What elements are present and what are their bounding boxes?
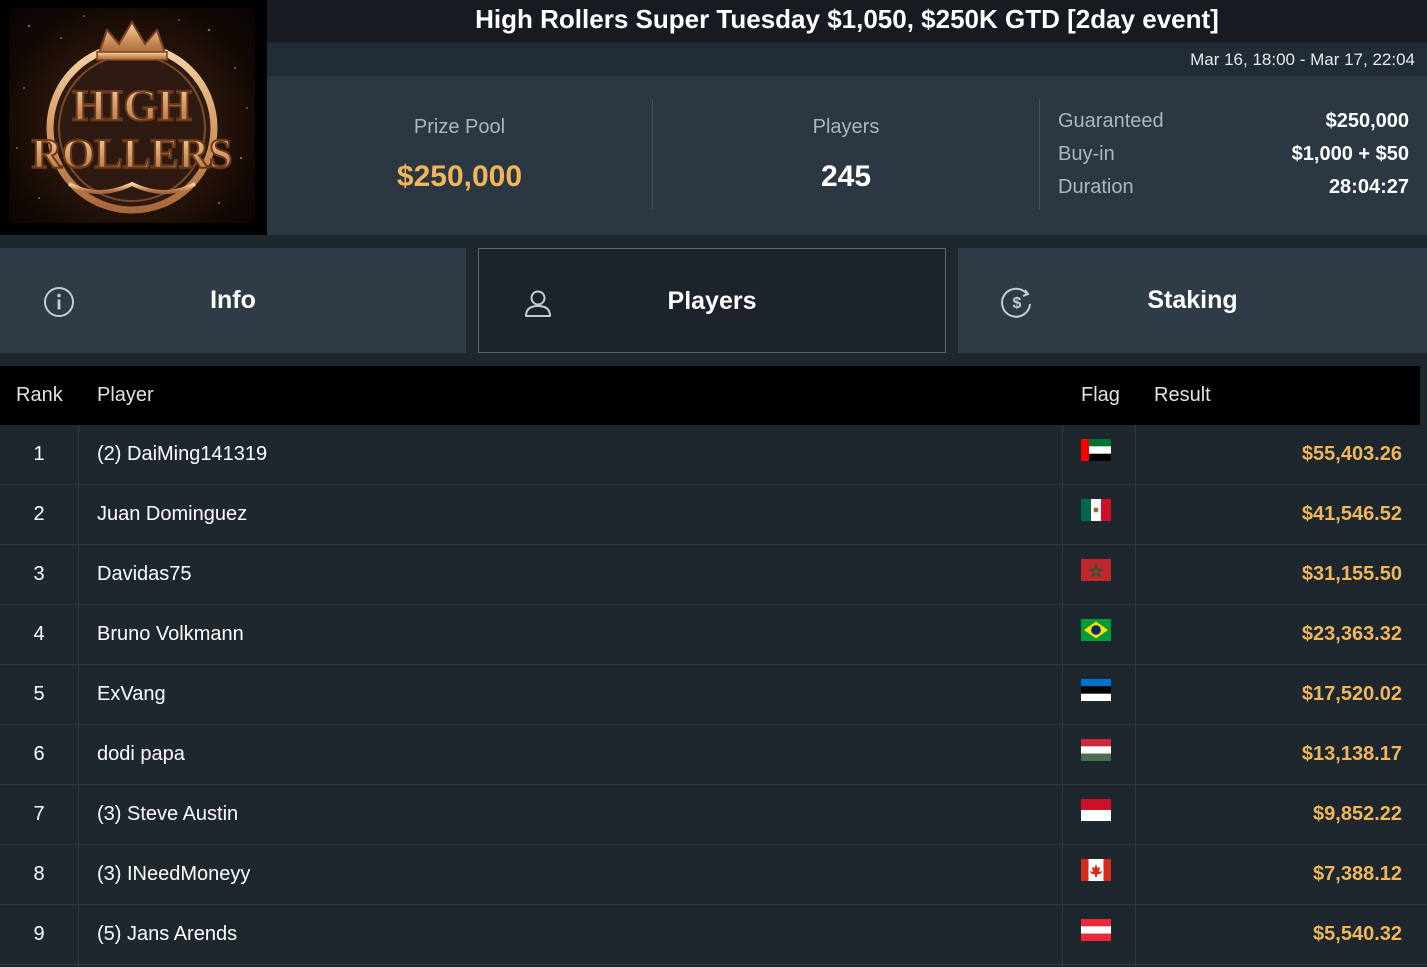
brazil-flag-icon: [1081, 619, 1111, 641]
player-name-cell[interactable]: Davidas75: [97, 563, 192, 586]
tournament-logo: HIGH ROLLERS: [0, 0, 267, 235]
table-row[interactable]: 1 (2) DaiMing141319 $55,403.26: [0, 425, 1427, 485]
player-name-cell[interactable]: (3) Steve Austin: [97, 803, 238, 826]
rank-cell: 6: [33, 743, 45, 765]
guaranteed-label: Guaranteed: [1058, 110, 1164, 132]
buyin-label: Buy-in: [1058, 143, 1115, 165]
player-name-cell[interactable]: (2) DaiMing141319: [97, 443, 267, 466]
indonesia-flag-icon: [1081, 799, 1111, 821]
table-row[interactable]: 2 Juan Dominguez $41,546.52: [0, 485, 1427, 545]
table-row[interactable]: 7 (3) Steve Austin $9,852.22: [0, 785, 1427, 845]
table-header: Rank Player Flag Result: [0, 366, 1420, 425]
prize-pool-stat: Prize Pool $250,000: [267, 76, 652, 235]
duration-label: Duration: [1058, 176, 1134, 198]
date-bar: Mar 16, 18:00 - Mar 17, 22:04: [267, 43, 1427, 75]
column-divider: [1062, 425, 1063, 967]
players-label: Players: [812, 116, 880, 138]
player-name-cell[interactable]: dodi papa: [97, 743, 185, 766]
guaranteed-row: Guaranteed $250,000: [1058, 110, 1409, 140]
rank-cell: 9: [33, 923, 45, 945]
result-cell: $41,546.52: [1301, 503, 1402, 525]
rank-cell: 7: [33, 803, 45, 825]
tab-staking[interactable]: $ Staking: [958, 248, 1427, 353]
tab-info[interactable]: Info: [0, 248, 466, 353]
result-cell: $55,403.26: [1301, 443, 1402, 465]
austria-flag-icon: [1081, 919, 1111, 941]
guaranteed-value: $250,000: [1325, 110, 1409, 132]
tournament-dates: Mar 16, 18:00 - Mar 17, 22:04: [1190, 50, 1415, 69]
table-row[interactable]: 3 Davidas75 $31,155.50: [0, 545, 1427, 605]
result-cell: $5,540.32: [1313, 923, 1402, 945]
players-stat: Players 245: [653, 76, 1039, 235]
column-divider: [78, 425, 79, 967]
result-cell: $17,520.02: [1301, 683, 1402, 705]
column-header-result[interactable]: Result: [1154, 384, 1211, 407]
result-cell: $13,138.17: [1301, 743, 1402, 765]
rank-cell: 2: [33, 503, 45, 525]
mexico-flag-icon: [1081, 499, 1111, 521]
table-row[interactable]: 6 dodi papa $13,138.17: [0, 725, 1427, 785]
table-row[interactable]: 4 Bruno Volkmann $23,363.32: [0, 605, 1427, 665]
player-name-cell[interactable]: Juan Dominguez: [97, 503, 247, 526]
high-rollers-logo-image: HIGH ROLLERS: [9, 8, 255, 223]
result-cell: $23,363.32: [1301, 623, 1402, 645]
tournament-title: High Rollers Super Tuesday $1,050, $250K…: [475, 4, 1219, 34]
uae-flag-icon: [1081, 439, 1111, 461]
buyin-row: Buy-in $1,000 + $50: [1058, 143, 1409, 173]
players-count: 245: [820, 160, 872, 193]
morocco-flag-icon: [1081, 559, 1111, 581]
player-name-cell[interactable]: Bruno Volkmann: [97, 623, 244, 646]
logo-text-rollers: ROLLERS: [32, 132, 233, 178]
duration-value: 28:04:27: [1328, 176, 1409, 198]
tab-players[interactable]: Players: [478, 248, 946, 353]
logo-text-high: HIGH: [72, 81, 192, 130]
column-header-player[interactable]: Player: [97, 384, 154, 407]
tab-staking-label: Staking: [1147, 286, 1238, 314]
result-cell: $31,155.50: [1301, 563, 1402, 585]
rank-cell: 3: [33, 563, 45, 585]
hungary-flag-icon: [1081, 739, 1111, 761]
result-cell: $9,852.22: [1313, 803, 1402, 825]
duration-row: Duration 28:04:27: [1058, 176, 1409, 206]
column-header-flag[interactable]: Flag: [1081, 384, 1120, 407]
player-name-cell[interactable]: (3) INeedMoneyy: [97, 863, 250, 886]
tournament-details: Guaranteed $250,000 Buy-in $1,000 + $50 …: [1040, 76, 1427, 235]
rank-cell: 8: [33, 863, 45, 885]
prize-pool-label: Prize Pool: [413, 116, 506, 138]
title-bar: High Rollers Super Tuesday $1,050, $250K…: [267, 0, 1427, 42]
estonia-flag-icon: [1081, 679, 1111, 701]
result-cell: $7,388.12: [1313, 863, 1402, 885]
buyin-value: $1,000 + $50: [1291, 143, 1409, 165]
rank-cell: 5: [33, 683, 45, 705]
tab-info-label: Info: [210, 286, 256, 314]
prize-pool-value: $250,000: [396, 160, 523, 193]
tab-players-label: Players: [667, 287, 757, 315]
column-header-rank[interactable]: Rank: [16, 384, 63, 407]
table-row[interactable]: 5 ExVang $17,520.02: [0, 665, 1427, 725]
rank-cell: 4: [33, 623, 45, 645]
column-divider: [1135, 425, 1136, 967]
canada-flag-icon: [1081, 859, 1111, 881]
rank-cell: 1: [33, 443, 45, 465]
player-name-cell[interactable]: (5) Jans Arends: [97, 923, 237, 946]
table-row[interactable]: 9 (5) Jans Arends $5,540.32: [0, 905, 1427, 965]
stats-panel: Prize Pool $250,000 Players 245 Guarante…: [267, 76, 1427, 235]
table-row[interactable]: 8 (3) INeedMoneyy $7,388.12: [0, 845, 1427, 905]
player-name-cell[interactable]: ExVang: [97, 683, 166, 706]
